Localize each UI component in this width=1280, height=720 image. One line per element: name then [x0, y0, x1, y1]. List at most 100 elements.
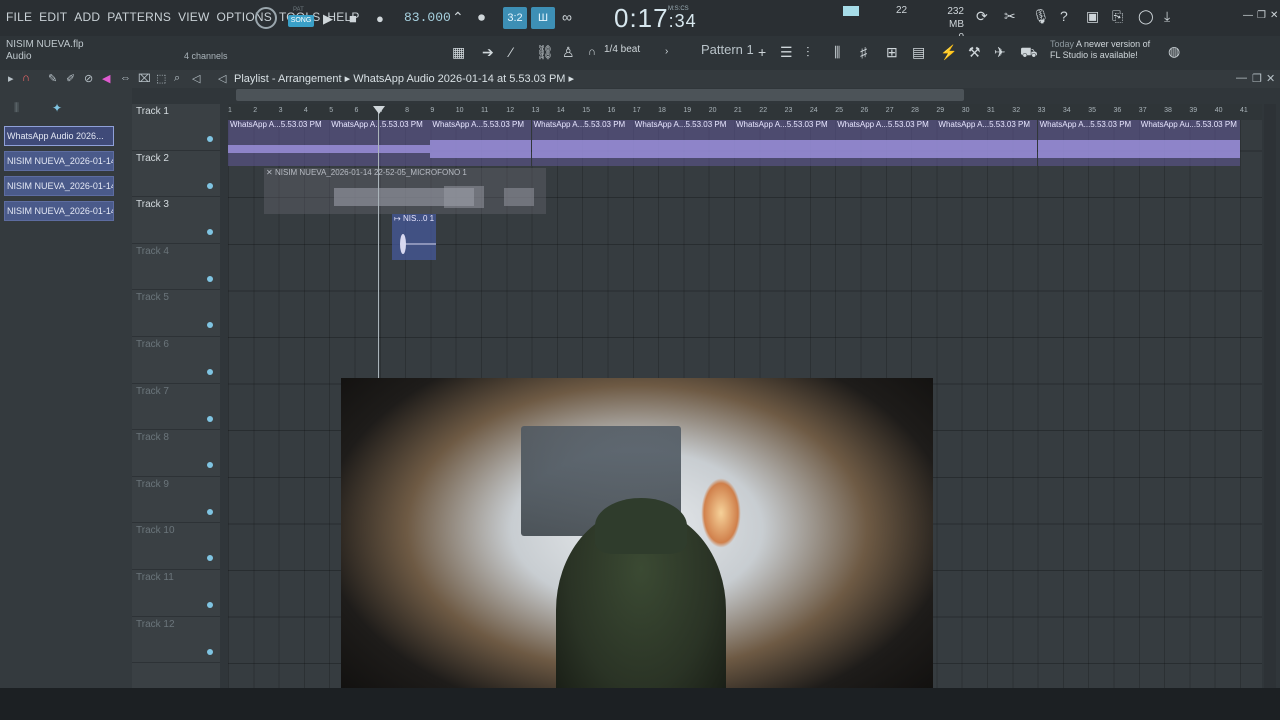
- track-3-clip[interactable]: ↦ NIS...0 1: [392, 214, 436, 260]
- restore-icon[interactable]: ❐: [1257, 10, 1266, 21]
- browser-clip-1[interactable]: WhatsApp Audio 2026...: [4, 126, 114, 146]
- brush-icon[interactable]: ⁄: [510, 44, 512, 60]
- track-1-clip[interactable]: WhatsApp Au...5.53.03 PM: [1138, 120, 1240, 166]
- tools-icon[interactable]: ⚒: [968, 44, 981, 61]
- paint-tool-icon[interactable]: ✐: [66, 72, 75, 85]
- track-enable-dot[interactable]: [207, 182, 213, 189]
- track-enable-dot[interactable]: [207, 648, 213, 655]
- project-icon[interactable]: ▤: [912, 44, 925, 61]
- play-icon[interactable]: ▶: [323, 11, 333, 27]
- track-enable-dot[interactable]: [207, 275, 213, 282]
- slice-tool-icon[interactable]: ⌧: [138, 72, 151, 85]
- minimize-icon[interactable]: —: [1243, 10, 1253, 21]
- track-1-clip[interactable]: WhatsApp A...5.53.03 PM: [1037, 120, 1139, 166]
- track-header-11[interactable]: Track 11: [132, 570, 220, 617]
- horizontal-scrollbar[interactable]: [236, 89, 964, 101]
- link-icon[interactable]: ⛓: [536, 44, 554, 61]
- cut-icon[interactable]: ✂: [1004, 8, 1016, 25]
- master-volume-knob[interactable]: [255, 7, 277, 29]
- track-enable-dot[interactable]: [207, 229, 213, 236]
- loop-record-icon[interactable]: ∞: [562, 9, 572, 25]
- piano-roll-icon[interactable]: ▦: [452, 44, 465, 61]
- bird-icon[interactable]: ✈: [994, 44, 1006, 61]
- track-header-1[interactable]: Track 1: [132, 104, 220, 151]
- track-header-10[interactable]: Track 10: [132, 523, 220, 570]
- picker-audio-icon[interactable]: ✦: [52, 101, 62, 115]
- step-edit-icon[interactable]: Ш: [531, 7, 555, 29]
- browser-clip-3[interactable]: NISIM NUEVA_2026-01-14...: [4, 176, 114, 196]
- track-1-clip[interactable]: WhatsApp A...5.53.03 PM: [430, 120, 532, 166]
- channel-rack-icon[interactable]: ⫶: [806, 44, 810, 61]
- globe-icon[interactable]: ◍: [1168, 43, 1180, 60]
- playback-tool-icon[interactable]: ◁: [192, 72, 200, 85]
- select-tool-icon[interactable]: ⬚: [156, 72, 166, 85]
- delete-tool-icon[interactable]: ⊘: [84, 72, 93, 85]
- snap-selector[interactable]: 1/4 beat: [604, 44, 640, 55]
- track-header-8[interactable]: Track 8: [132, 430, 220, 477]
- track-1-clip[interactable]: WhatsApp A...5.53.03 PM: [632, 120, 734, 166]
- arrow-right-icon[interactable]: ➔: [482, 44, 494, 61]
- track-enable-dot[interactable]: [207, 415, 213, 422]
- stamp-icon[interactable]: ♙: [562, 44, 575, 61]
- zoom-tool-icon[interactable]: ⌕: [174, 72, 180, 85]
- playhead-marker-icon[interactable]: [373, 106, 385, 114]
- record-icon[interactable]: ●: [376, 11, 384, 26]
- track-header-2[interactable]: Track 2: [132, 151, 220, 198]
- track-header-3[interactable]: Track 3: [132, 197, 220, 244]
- playlist-minimize-icon[interactable]: —: [1236, 72, 1247, 84]
- playlist-close-icon[interactable]: ✕: [1266, 72, 1275, 85]
- metronome-icon[interactable]: ⌃: [452, 9, 464, 26]
- plug-icon[interactable]: ⚡: [940, 44, 957, 61]
- pattern-selector[interactable]: Pattern 1: [701, 42, 754, 57]
- add-pattern-icon[interactable]: +: [758, 44, 766, 60]
- playhead[interactable]: [378, 110, 379, 378]
- mute-tool-icon[interactable]: ◀: [102, 72, 110, 85]
- playlist-menu-icon[interactable]: ▸: [8, 72, 14, 85]
- track-enable-dot[interactable]: [207, 555, 213, 562]
- track-enable-dot[interactable]: [207, 136, 213, 142]
- track-1-clip[interactable]: WhatsApp A...5.53.03 PM: [835, 120, 937, 166]
- track-enable-dot[interactable]: [207, 322, 213, 329]
- menu-view[interactable]: VIEW: [178, 10, 209, 24]
- track-header-9[interactable]: Track 9: [132, 477, 220, 524]
- countdown-icon[interactable]: 3:2: [503, 7, 527, 29]
- stop-icon[interactable]: ■: [349, 11, 357, 26]
- browser-clip-2[interactable]: NISIM NUEVA_2026-01-14...: [4, 151, 114, 171]
- track-header-4[interactable]: Track 4: [132, 244, 220, 291]
- magnet-icon[interactable]: ∩: [588, 46, 596, 58]
- save-icon[interactable]: ▣: [1086, 8, 1099, 25]
- wait-for-input-icon[interactable]: ⏺: [478, 9, 485, 26]
- track-enable-dot[interactable]: [207, 508, 213, 515]
- chevron-right-icon[interactable]: ›: [665, 46, 668, 57]
- microphone-icon[interactable]: 🎙: [1032, 8, 1050, 25]
- plugin-manager-icon[interactable]: ⎘: [1112, 8, 1123, 25]
- picker-mode-icon[interactable]: ⫼: [14, 102, 19, 115]
- track-header-12[interactable]: Track 12: [132, 617, 220, 664]
- menu-patterns[interactable]: PATTERNS: [107, 10, 171, 24]
- track-1-clip[interactable]: WhatsApp A...5.53.03 PM: [329, 120, 431, 166]
- draw-tool-icon[interactable]: ✎: [48, 72, 57, 85]
- track-2-clip[interactable]: ✕ NISIM NUEVA_2026-01-14 22-52-05_MICROF…: [264, 168, 546, 214]
- browser-icon[interactable]: ⊞: [886, 44, 898, 61]
- speaker-icon[interactable]: ◁: [218, 72, 226, 85]
- piano-roll-window-icon[interactable]: ♯: [860, 44, 867, 60]
- track-1-clip[interactable]: WhatsApp A...5.53.03 PM: [936, 120, 1038, 166]
- track-header-6[interactable]: Track 6: [132, 337, 220, 384]
- track-enable-dot[interactable]: [207, 369, 213, 375]
- playlist-icon[interactable]: ☰: [780, 44, 793, 61]
- song-mode-button[interactable]: SONG: [288, 15, 314, 27]
- restart-icon[interactable]: ⟳: [976, 8, 988, 25]
- download-icon[interactable]: ⤓: [1164, 8, 1170, 25]
- chat-icon[interactable]: ◯: [1138, 8, 1154, 25]
- browser-clip-4[interactable]: NISIM NUEVA_2026-01-14...: [4, 201, 114, 221]
- close-icon[interactable]: ✕: [1270, 10, 1278, 21]
- track-header-5[interactable]: Track 5: [132, 290, 220, 337]
- vertical-scrollbar[interactable]: [1264, 104, 1276, 688]
- track-1-clip[interactable]: WhatsApp A...5.53.03 PM: [228, 120, 329, 166]
- menu-edit[interactable]: EDIT: [39, 10, 67, 24]
- menu-file[interactable]: FILE: [6, 10, 32, 24]
- news-panel[interactable]: Today A newer version of FL Studio is av…: [1050, 39, 1150, 61]
- snap-magnet-icon[interactable]: ∩: [22, 72, 30, 84]
- track-1-clip[interactable]: WhatsApp A...5.53.03 PM: [734, 120, 835, 166]
- slip-tool-icon[interactable]: ⇔: [120, 72, 131, 84]
